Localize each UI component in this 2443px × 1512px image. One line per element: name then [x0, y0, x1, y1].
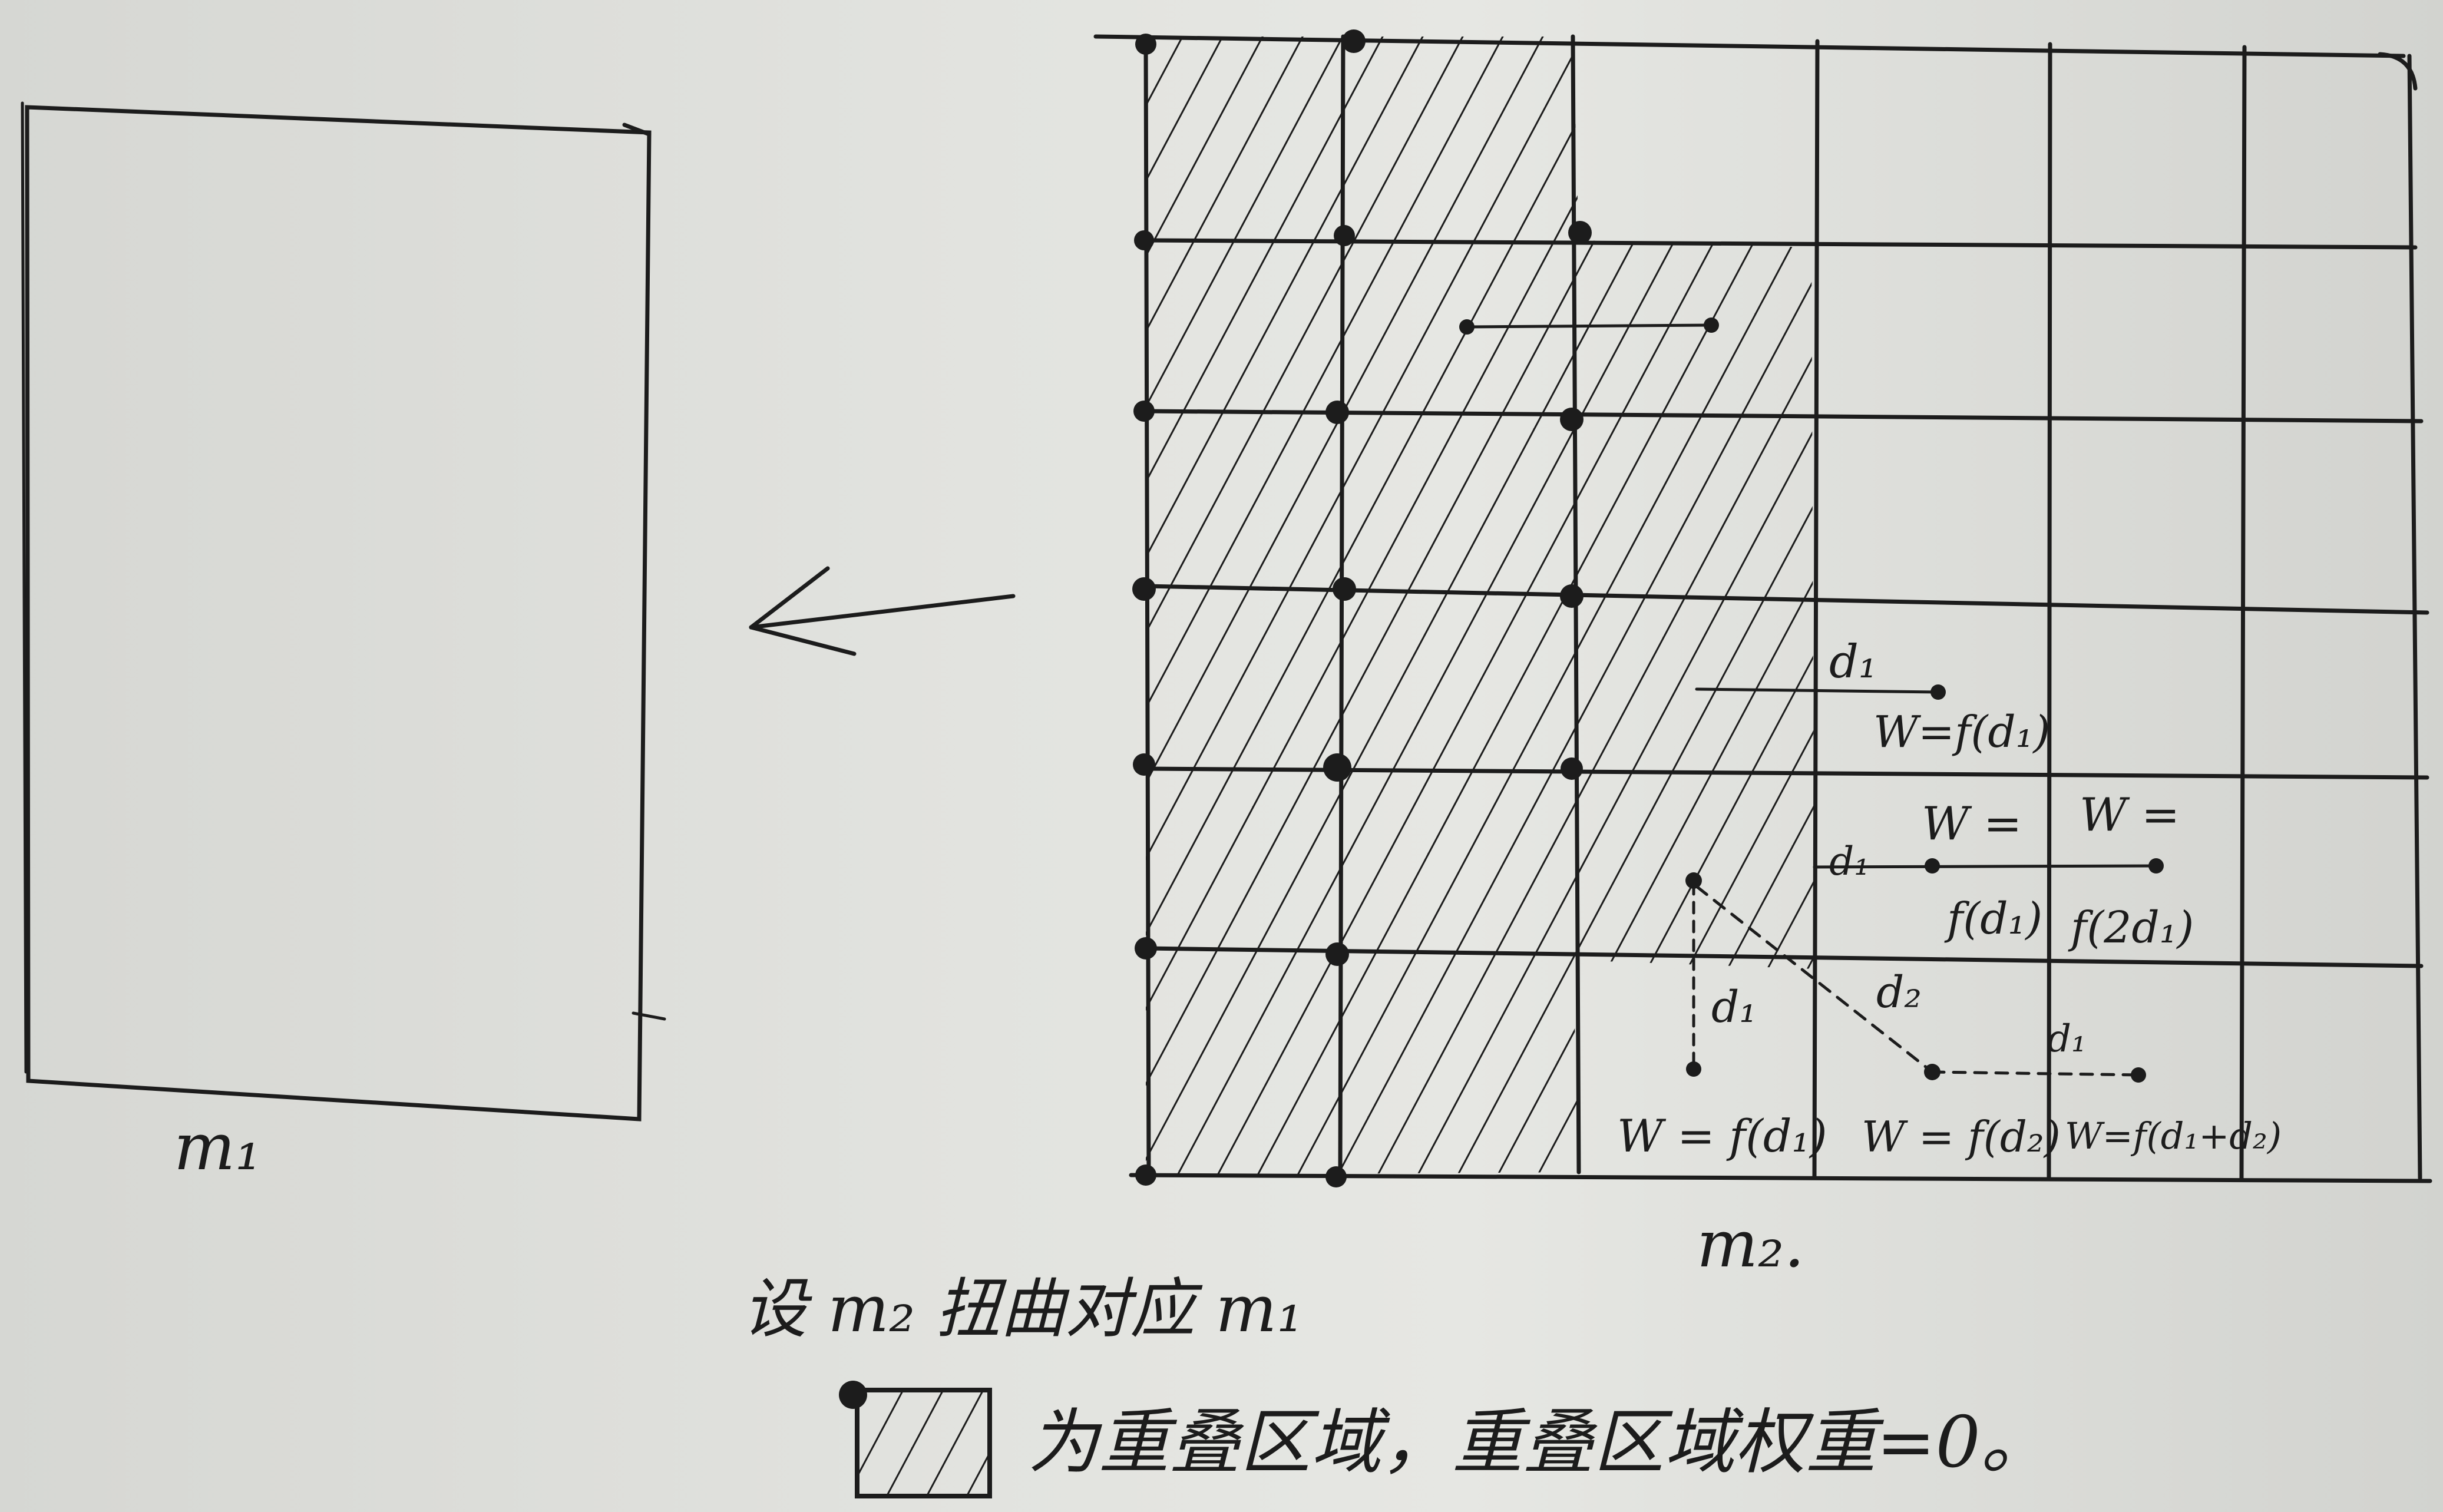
f-d1-label: f(d₁): [1944, 894, 2042, 944]
left-arrow: [749, 566, 1016, 656]
m1-rectangle: [21, 101, 666, 1121]
d1-label-vertical: d₁: [1711, 982, 1757, 1033]
w-eq-label-1: W =: [1922, 798, 2022, 851]
w-fd1d2-label: W=f(d₁+d₂): [2065, 1114, 2282, 1157]
d2-label: d₂: [1876, 967, 1922, 1018]
m1-label: m₁: [174, 1109, 261, 1185]
w-eq-label-2: W =: [2080, 789, 2180, 842]
caption-line-1: 设 m₂ 扭曲对应 m₁: [742, 1271, 1303, 1346]
paper-background: m₁ m₂. d₁ W=f(d₁) d₁ W = f(d₁) W = f(2d₁…: [0, 0, 2443, 1512]
f-2d1-label: f(2d₁): [2068, 902, 2194, 953]
caption-line-2: 为重叠区域，重叠区域权重=0。: [1028, 1402, 2051, 1484]
d1-label-top: d₁: [1829, 636, 1877, 689]
w-fd2-label: W = f(d₂): [1862, 1112, 2061, 1162]
hand-drawn-sketch: m₁ m₂. d₁ W=f(d₁) d₁ W = f(d₁) W = f(2d₁…: [21, 29, 2432, 1498]
w-fd1-label: W = f(d₁): [1617, 1110, 1827, 1162]
d1-label-mid: d₁: [1829, 839, 1870, 884]
legend-swatch: [839, 1381, 992, 1498]
d1-label-bottom: d₁: [2047, 1017, 2087, 1061]
w-fd1-top-label: W=f(d₁): [1873, 707, 2050, 757]
m2-grid: [1093, 29, 2432, 1187]
m2-label: m₂.: [1697, 1206, 1804, 1282]
